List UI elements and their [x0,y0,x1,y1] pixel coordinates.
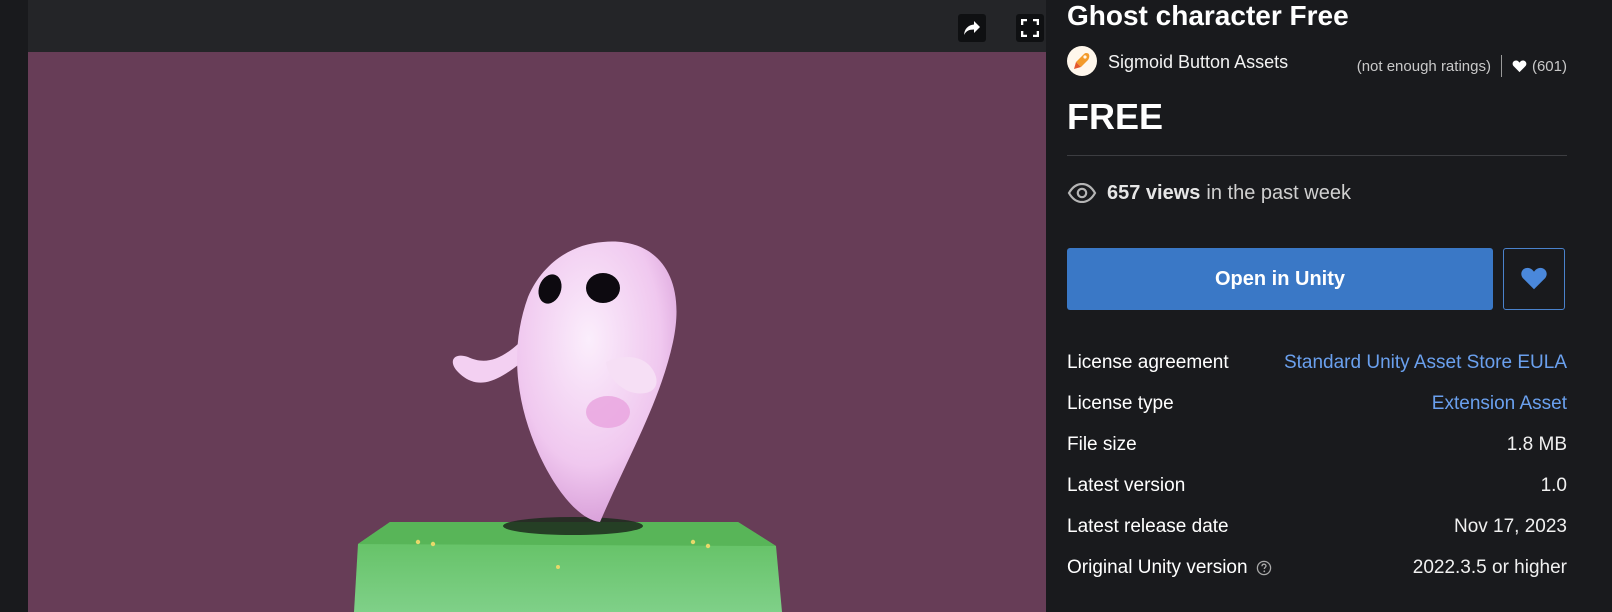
viewer-toolbar [28,0,1046,52]
favorites-count: (601) [1531,57,1567,75]
publisher-name-link[interactable]: Sigmoid Button Assets [1108,52,1288,73]
share-button[interactable] [958,14,986,42]
detail-label: Latest version [1067,475,1186,496]
detail-row-release-date: Latest release date Nov 17, 2023 [1067,508,1567,549]
ratings-summary: (not enough ratings) (601) [1357,55,1567,77]
license-agreement-link[interactable]: Standard Unity Asset Store EULA [1284,352,1567,374]
fullscreen-button[interactable] [1016,14,1044,42]
views-count: 657 views [1107,181,1201,204]
product-title: Ghost character Free [1067,0,1349,31]
price-label: FREE [1067,96,1164,137]
detail-label: File size [1067,434,1137,455]
detail-value: 1.0 [1540,475,1567,496]
detail-label: Latest release date [1067,516,1229,537]
detail-value: 1.8 MB [1506,434,1567,455]
detail-value: Nov 17, 2023 [1453,516,1567,537]
divider [1067,155,1567,156]
detail-row-latest-version: Latest version 1.0 [1067,467,1567,508]
detail-row-unity-version: Original Unity version 2022.3.5 or highe… [1067,549,1567,590]
weekly-views: 657 views in the past week [1067,178,1351,208]
detail-value: 2022.3.5 or higher [1412,557,1567,578]
heart-icon [1521,267,1547,290]
rocket-icon [1074,53,1090,69]
eye-icon [1067,183,1097,203]
product-info-panel: Ghost character Free Sigmoid Button Asse… [1067,0,1567,612]
publisher-row: Sigmoid Button Assets (not enough rating… [1067,46,1567,78]
license-type-link[interactable]: Extension Asset [1432,393,1567,415]
ghost-character-illustration [354,241,782,612]
views-suffix: in the past week [1206,181,1351,204]
ratings-separator [1500,55,1502,77]
publisher-logo[interactable] [1067,46,1097,76]
detail-label-wrapper: Original Unity version [1067,557,1272,579]
open-in-unity-button[interactable]: Open in Unity [1067,248,1493,310]
media-viewer [28,0,1046,612]
detail-row-file-size: File size 1.8 MB [1067,426,1567,467]
product-preview-image [28,52,1046,612]
heart-icon [1512,59,1527,73]
add-to-favorites-button[interactable] [1503,248,1565,310]
detail-row-license-type: License type Extension Asset [1067,385,1567,426]
detail-row-license-agreement: License agreement Standard Unity Asset S… [1067,344,1567,385]
product-details-list: License agreement Standard Unity Asset S… [1067,344,1567,590]
ratings-text[interactable]: (not enough ratings) [1357,58,1491,75]
share-arrow-icon [964,21,980,35]
detail-label: Original Unity version [1067,557,1248,578]
detail-label: License type [1067,393,1174,414]
help-icon[interactable] [1256,560,1272,576]
fullscreen-icon [1021,19,1039,37]
detail-label: License agreement [1067,352,1229,373]
